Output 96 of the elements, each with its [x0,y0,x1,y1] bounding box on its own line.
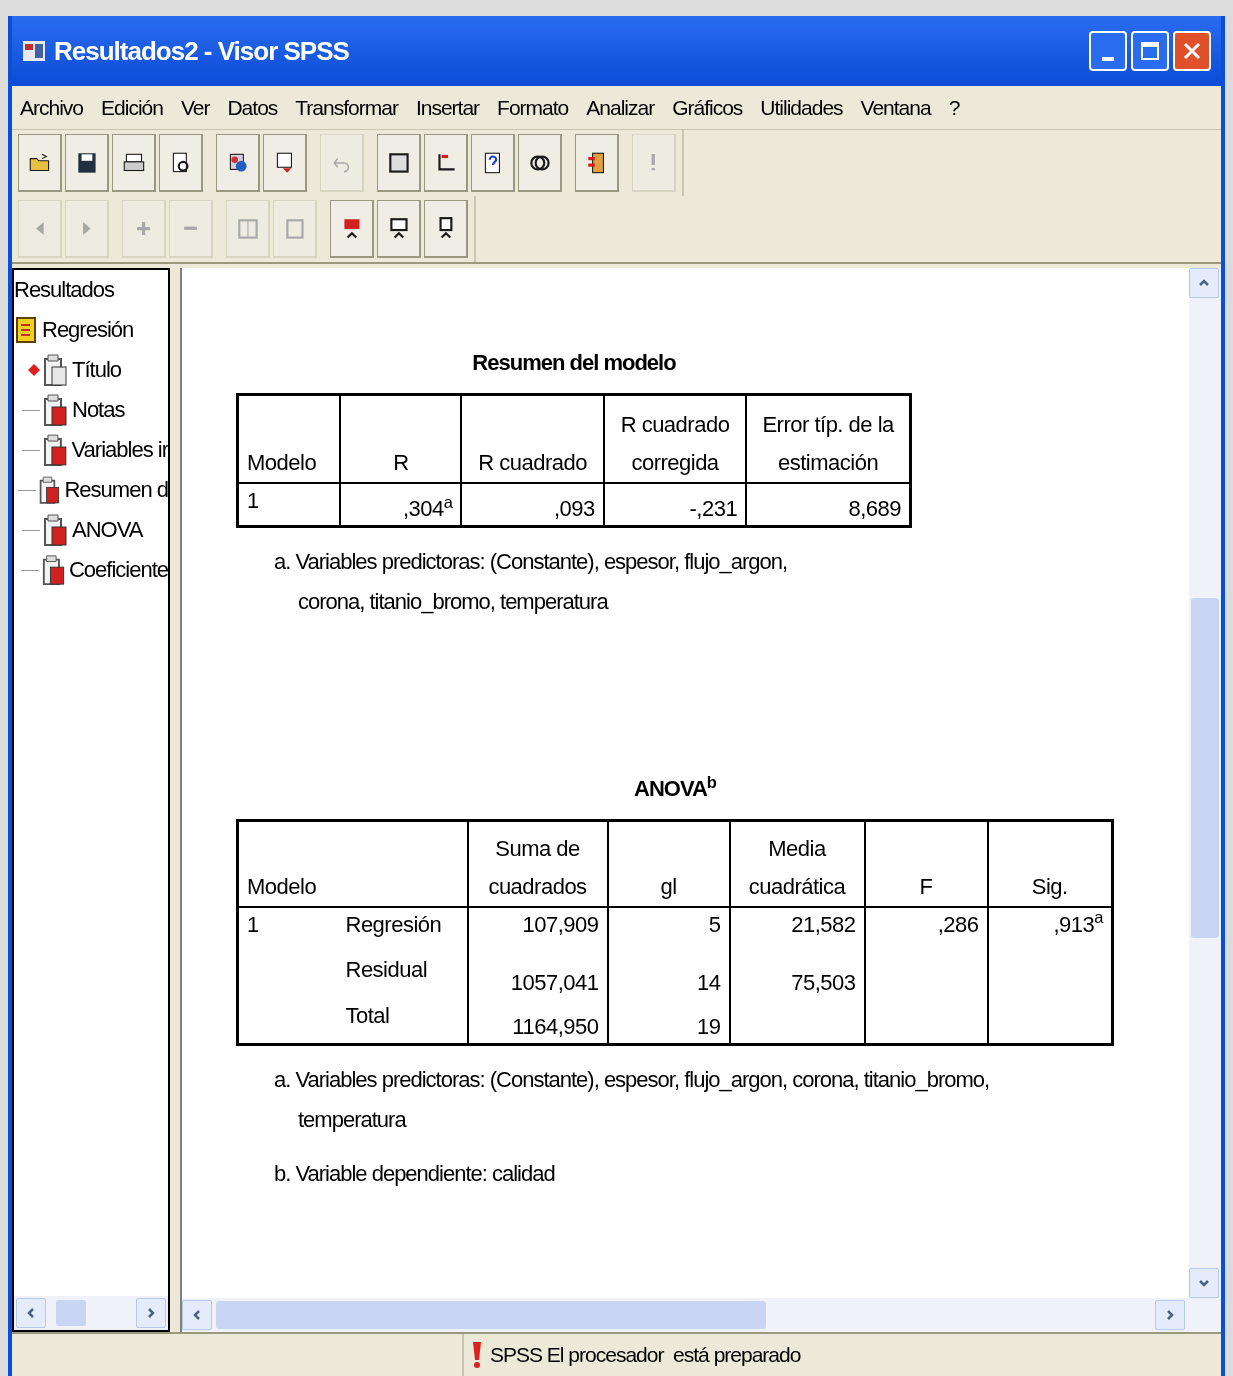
chevron-icon [191,1309,203,1321]
column-header: Sig. [1031,873,1068,899]
expand-icon [135,220,152,237]
column-header: F [919,873,933,899]
tree-item[interactable]: Resultados [14,270,168,310]
table-cell: 5 [708,911,721,937]
menu-item[interactable]: Archivo [20,91,84,124]
minimize-button[interactable] [1089,31,1127,71]
scroll-left-button[interactable] [182,1300,212,1330]
menu-item[interactable]: Ventana [860,91,931,124]
table-cell: 107,909 [522,911,599,937]
forward-icon [81,220,92,237]
toolbar-button[interactable] [518,134,562,192]
book-icon [16,317,36,343]
menu-item[interactable]: Insertar [415,91,480,124]
menu-item[interactable]: Analizar [586,91,655,124]
menu-item[interactable]: Utilidades [760,91,843,124]
chevron-icon [1164,1309,1176,1321]
status-message: SPSS El procesador está preparado [490,1342,801,1369]
footnote: b. Variable dependiente: calidad [274,1160,556,1188]
tree-item[interactable]: Coeficiente [68,550,168,590]
scroll-down-button[interactable] [1189,1268,1219,1298]
menu-item[interactable]: Formato [497,91,569,124]
table-title: ANOVA$^{b}$ [634,772,716,803]
close-icon [1183,42,1201,60]
minimize-icon [1102,57,1114,61]
table-cell: 1 [247,911,259,937]
table-cell: 14 [697,969,721,995]
menu-item[interactable]: Ver [180,91,210,124]
table-cell: ,286 [937,911,979,937]
back-icon [34,220,45,237]
document-icon [40,553,67,587]
scroll-left-button[interactable] [16,1298,46,1328]
table-title: Resumen del modelo [472,349,676,377]
menu-item[interactable]: ? [948,91,960,124]
document-icon [42,393,70,427]
scroll-thumb[interactable] [216,1301,766,1329]
table-cell: 1164,950 [512,1014,599,1039]
scroll-up-button[interactable] [1189,268,1219,298]
table-cell: Total [345,1002,390,1028]
table-cell: 75,503 [791,969,856,995]
column-header: gl [660,873,677,899]
scroll-right-button[interactable] [1155,1300,1185,1330]
scroll-right-button[interactable] [136,1298,166,1328]
tree-item[interactable]: Variables ir [71,430,168,470]
close-button[interactable] [1173,31,1211,71]
menu-item[interactable]: Gráficos [672,91,743,124]
toolbar-button[interactable] [18,134,62,192]
column-header: Modelo [237,394,341,483]
chevron-icon [145,1307,157,1319]
toolbar-button[interactable] [377,200,421,258]
toolbar-button[interactable] [424,200,468,258]
scroll-thumb[interactable] [1191,598,1219,938]
toolbar-button[interactable] [575,134,619,192]
tree-item[interactable]: ANOVA [72,510,143,550]
document-icon [42,513,70,547]
toolbar-button[interactable] [65,134,109,192]
table-cell: Residual [345,956,428,982]
menu-item[interactable]: Transformar [295,91,398,124]
table-cell: Regresión [345,911,442,937]
tree-item[interactable]: Regresión [42,310,134,350]
toolbar-button[interactable] [471,134,515,192]
column-header: R cuadrado [461,394,604,483]
toolbar-button[interactable] [377,134,421,192]
footnote: a. Variables predictoras: (Constante), espesor, flujo_argon, corona, titanio_bromo, temperatura [274,1066,991,1134]
maximize-icon [1141,42,1159,60]
footnote: a. Variables predictoras: (Constante), espesor, flujo_argon, corona, titanio_bromo, temperatura [274,548,789,616]
toolbar-button[interactable] [159,134,203,192]
exclamation-icon [470,1340,484,1370]
table-cell: ,913$^{a}$ [1053,911,1103,937]
window-title: Resultados2 - Visor SPSS [54,34,349,68]
toolbar-button[interactable] [263,134,307,192]
column-header: Modelo [247,873,317,899]
horizontal-scrollbar[interactable] [14,1296,168,1330]
tree-item[interactable]: Título [72,350,122,390]
menu-item[interactable]: Datos [227,91,278,124]
app-icon [22,39,46,63]
maximize-button[interactable] [1131,31,1169,71]
column-header: Media cuadrática [748,835,846,899]
table-cell: 19 [697,1014,721,1039]
column-header: R cuadrado corregida [603,394,747,483]
chevron-icon [25,1307,37,1319]
menu-item[interactable]: Edición [101,91,163,124]
scroll-thumb[interactable] [56,1300,86,1326]
tree-item[interactable]: Notas [72,390,125,430]
column-header: R [340,394,462,483]
table-cell: 21,582 [791,911,856,937]
document-icon [42,353,70,387]
table-cell: 1057,041 [510,969,599,995]
toolbar-button[interactable] [112,134,156,192]
chevron-icon [1198,1277,1210,1289]
column-header: Suma de cuadrados [488,835,587,899]
horizontal-scrollbar[interactable] [182,1298,1221,1332]
vertical-scrollbar[interactable] [1189,268,1221,1298]
tree-item[interactable]: Resumen d [64,470,168,510]
collapse-icon [182,225,199,232]
